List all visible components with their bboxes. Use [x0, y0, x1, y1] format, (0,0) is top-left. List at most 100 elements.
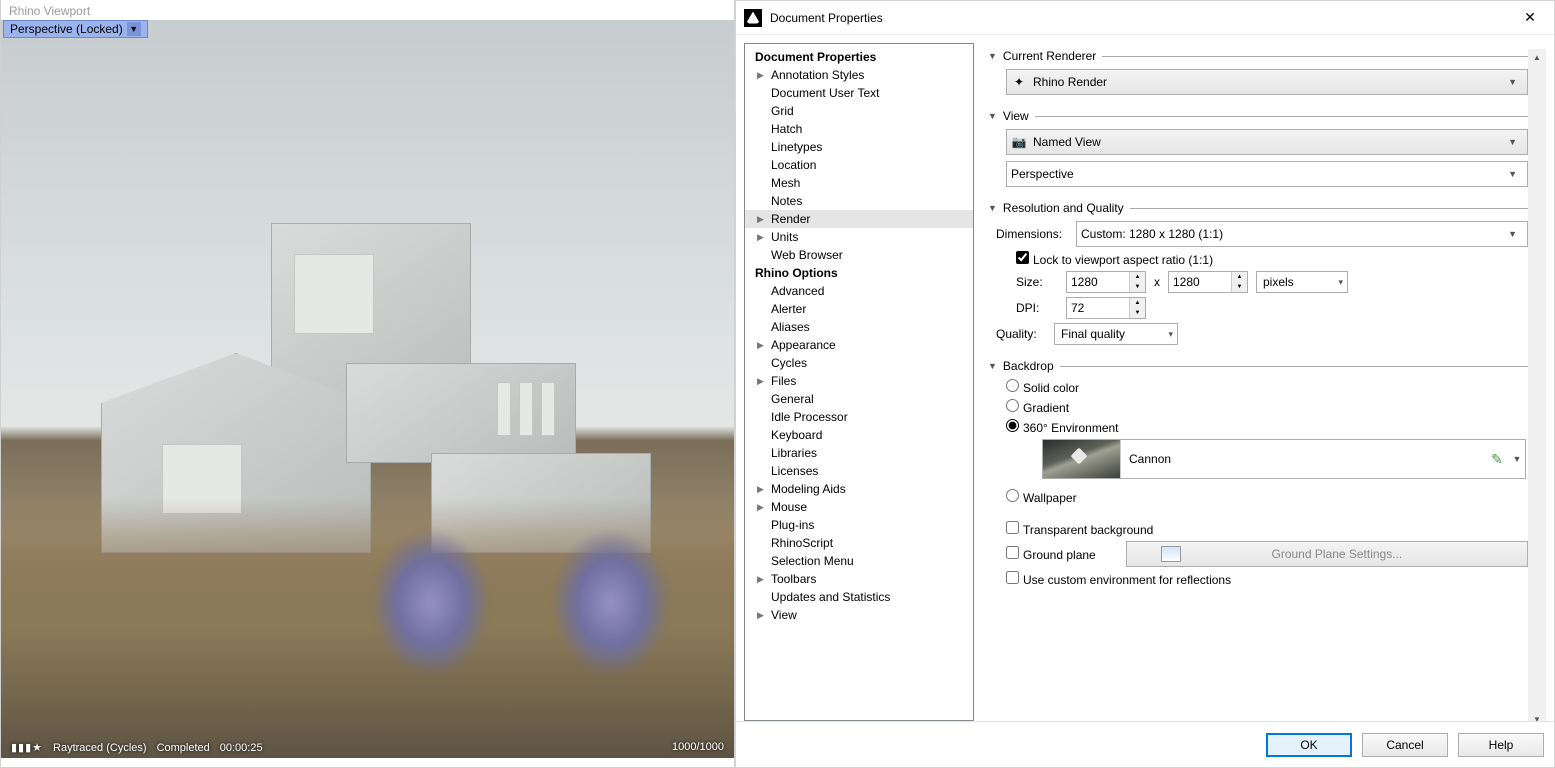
ok-button[interactable]: OK: [1266, 733, 1352, 757]
spin-up[interactable]: ▲: [1232, 272, 1247, 282]
section-label: View: [1003, 109, 1029, 123]
tree-item-licenses[interactable]: Licenses: [745, 462, 973, 480]
section-resolution[interactable]: ▼ Resolution and Quality: [988, 201, 1528, 215]
tree-item-files[interactable]: ▶ Files: [745, 372, 973, 390]
tree-item-render[interactable]: ▶Render: [745, 210, 973, 228]
view-mode-dropdown[interactable]: 📷 Named View ▼: [1006, 129, 1528, 155]
view-name-dropdown[interactable]: Perspective ▼: [1006, 161, 1528, 187]
custom-env-reflections-checkbox[interactable]: Use custom environment for reflections: [1006, 571, 1231, 587]
spin-up[interactable]: ▲: [1130, 298, 1145, 308]
chevron-down-icon[interactable]: ▼: [127, 22, 141, 36]
status-engine: Raytraced (Cycles): [53, 742, 147, 754]
section-label: Current Renderer: [1003, 49, 1096, 63]
spin-down[interactable]: ▼: [1130, 282, 1145, 292]
dialog-title: Document Properties: [770, 11, 1502, 25]
expand-icon[interactable]: ▶: [757, 70, 764, 81]
status-icons: ▮▮▮★: [11, 741, 43, 754]
expand-icon[interactable]: ▶: [757, 340, 764, 351]
quality-dropdown[interactable]: Final quality: [1054, 323, 1178, 345]
tree-item-document-user-text[interactable]: Document User Text: [745, 84, 973, 102]
dpi-label: DPI:: [1016, 301, 1058, 315]
dimensions-dropdown[interactable]: Custom: 1280 x 1280 (1:1) ▼: [1076, 221, 1528, 247]
viewport-canvas[interactable]: Perspective (Locked) ▼ ▮▮▮★ Raytraced (C…: [1, 20, 734, 758]
tree-item-view[interactable]: ▶View: [745, 606, 973, 624]
tree-item-updates-and-statistics[interactable]: Updates and Statistics: [745, 588, 973, 606]
tree-item-keyboard[interactable]: Keyboard: [745, 426, 973, 444]
tree-item-selection-menu[interactable]: Selection Menu: [745, 552, 973, 570]
chevron-down-icon: ▼: [988, 51, 997, 61]
viewport-window: Rhino Viewport Perspective (Locked) ▼ ▮▮…: [0, 0, 735, 768]
dpi-input[interactable]: ▲▼: [1066, 297, 1146, 319]
backdrop-gradient-radio[interactable]: Gradient: [1006, 399, 1069, 415]
expand-icon[interactable]: ▶: [757, 502, 764, 513]
spin-down[interactable]: ▼: [1130, 308, 1145, 318]
tree-item-hatch[interactable]: Hatch: [745, 120, 973, 138]
backdrop-360env-radio[interactable]: 360° Environment: [1006, 419, 1119, 435]
scroll-down-button[interactable]: ▼: [1528, 711, 1546, 721]
sparkle-icon: ✦: [1011, 74, 1027, 90]
chevron-down-icon[interactable]: ▼: [1509, 454, 1525, 464]
spin-up[interactable]: ▲: [1130, 272, 1145, 282]
spin-down[interactable]: ▼: [1232, 282, 1247, 292]
tree-item-location[interactable]: Location: [745, 156, 973, 174]
ground-plane-settings-button[interactable]: Ground Plane Settings...: [1126, 541, 1528, 567]
tree-item-cycles[interactable]: Cycles: [745, 354, 973, 372]
size-units-dropdown[interactable]: pixels: [1256, 271, 1348, 293]
tree-item-label: Plug-ins: [771, 518, 814, 532]
section-current-renderer[interactable]: ▼ Current Renderer: [988, 49, 1528, 63]
renderer-dropdown[interactable]: ✦ Rhino Render ▼: [1006, 69, 1528, 95]
expand-icon[interactable]: ▶: [757, 484, 764, 495]
help-button[interactable]: Help: [1458, 733, 1544, 757]
expand-icon[interactable]: ▶: [757, 232, 764, 243]
cancel-button[interactable]: Cancel: [1362, 733, 1448, 757]
tree-item-mouse[interactable]: ▶Mouse: [745, 498, 973, 516]
pencil-icon[interactable]: ✎: [1485, 451, 1509, 468]
section-backdrop[interactable]: ▼ Backdrop: [988, 359, 1528, 373]
tree-item-linetypes[interactable]: Linetypes: [745, 138, 973, 156]
tree-item-label: Hatch: [771, 122, 802, 136]
viewport-status-bar: ▮▮▮★ Raytraced (Cycles) Completed 00:00:…: [1, 739, 734, 756]
dialog-button-bar: OK Cancel Help: [736, 721, 1554, 767]
dialog-titlebar[interactable]: Document Properties ✕: [736, 1, 1554, 35]
ground-plane-checkbox[interactable]: Ground plane: [1006, 546, 1096, 562]
tree-item-units[interactable]: ▶Units: [745, 228, 973, 246]
expand-icon[interactable]: ▶: [757, 610, 764, 621]
expand-icon[interactable]: ▶: [757, 574, 764, 585]
expand-icon[interactable]: ▶: [757, 214, 764, 225]
viewport-tab[interactable]: Perspective (Locked) ▼: [3, 20, 148, 38]
tree-item-general[interactable]: General: [745, 390, 973, 408]
lock-aspect-checkbox[interactable]: Lock to viewport aspect ratio (1:1): [1016, 251, 1213, 267]
transparent-bg-checkbox[interactable]: Transparent background: [1006, 521, 1153, 537]
width-input[interactable]: ▲▼: [1066, 271, 1146, 293]
section-view[interactable]: ▼ View: [988, 109, 1528, 123]
chevron-down-icon: ▼: [1502, 137, 1523, 147]
tree-item-annotation-styles[interactable]: ▶Annotation Styles: [745, 66, 973, 84]
backdrop-solid-radio[interactable]: Solid color: [1006, 379, 1079, 395]
tree-item-modeling-aids[interactable]: ▶Modeling Aids: [745, 480, 973, 498]
tree-item-grid[interactable]: Grid: [745, 102, 973, 120]
tree-item-idle-processor[interactable]: Idle Processor: [745, 408, 973, 426]
tree-item-advanced[interactable]: Advanced: [745, 282, 973, 300]
quality-label: Quality:: [996, 327, 1046, 341]
tree-item-alerter[interactable]: Alerter: [745, 300, 973, 318]
tree-item-rhinoscript[interactable]: RhinoScript: [745, 534, 973, 552]
scroll-up-button[interactable]: ▲: [1528, 49, 1546, 65]
tree-item-web-browser[interactable]: Web Browser: [745, 246, 973, 264]
tree-item-plug-ins[interactable]: Plug-ins: [745, 516, 973, 534]
tree-item-libraries[interactable]: Libraries: [745, 444, 973, 462]
tree-item-mesh[interactable]: Mesh: [745, 174, 973, 192]
settings-tree[interactable]: Document Properties▶Annotation StylesDoc…: [744, 43, 974, 721]
tree-item-label: Files: [771, 374, 796, 388]
height-input[interactable]: ▲▼: [1168, 271, 1248, 293]
tree-item-appearance[interactable]: ▶Appearance: [745, 336, 973, 354]
close-button[interactable]: ✕: [1510, 4, 1550, 32]
tree-item-toolbars[interactable]: ▶Toolbars: [745, 570, 973, 588]
environment-thumbnail: [1043, 440, 1121, 478]
environment-selector[interactable]: Cannon ✎ ▼: [1042, 439, 1526, 479]
rhino-icon: [744, 9, 762, 27]
tree-item-aliases[interactable]: Aliases: [745, 318, 973, 336]
backdrop-wallpaper-radio[interactable]: Wallpaper: [1006, 489, 1077, 505]
expand-icon[interactable]: ▶: [757, 376, 764, 387]
tree-item-notes[interactable]: Notes: [745, 192, 973, 210]
view-name-value: Perspective: [1011, 167, 1074, 181]
